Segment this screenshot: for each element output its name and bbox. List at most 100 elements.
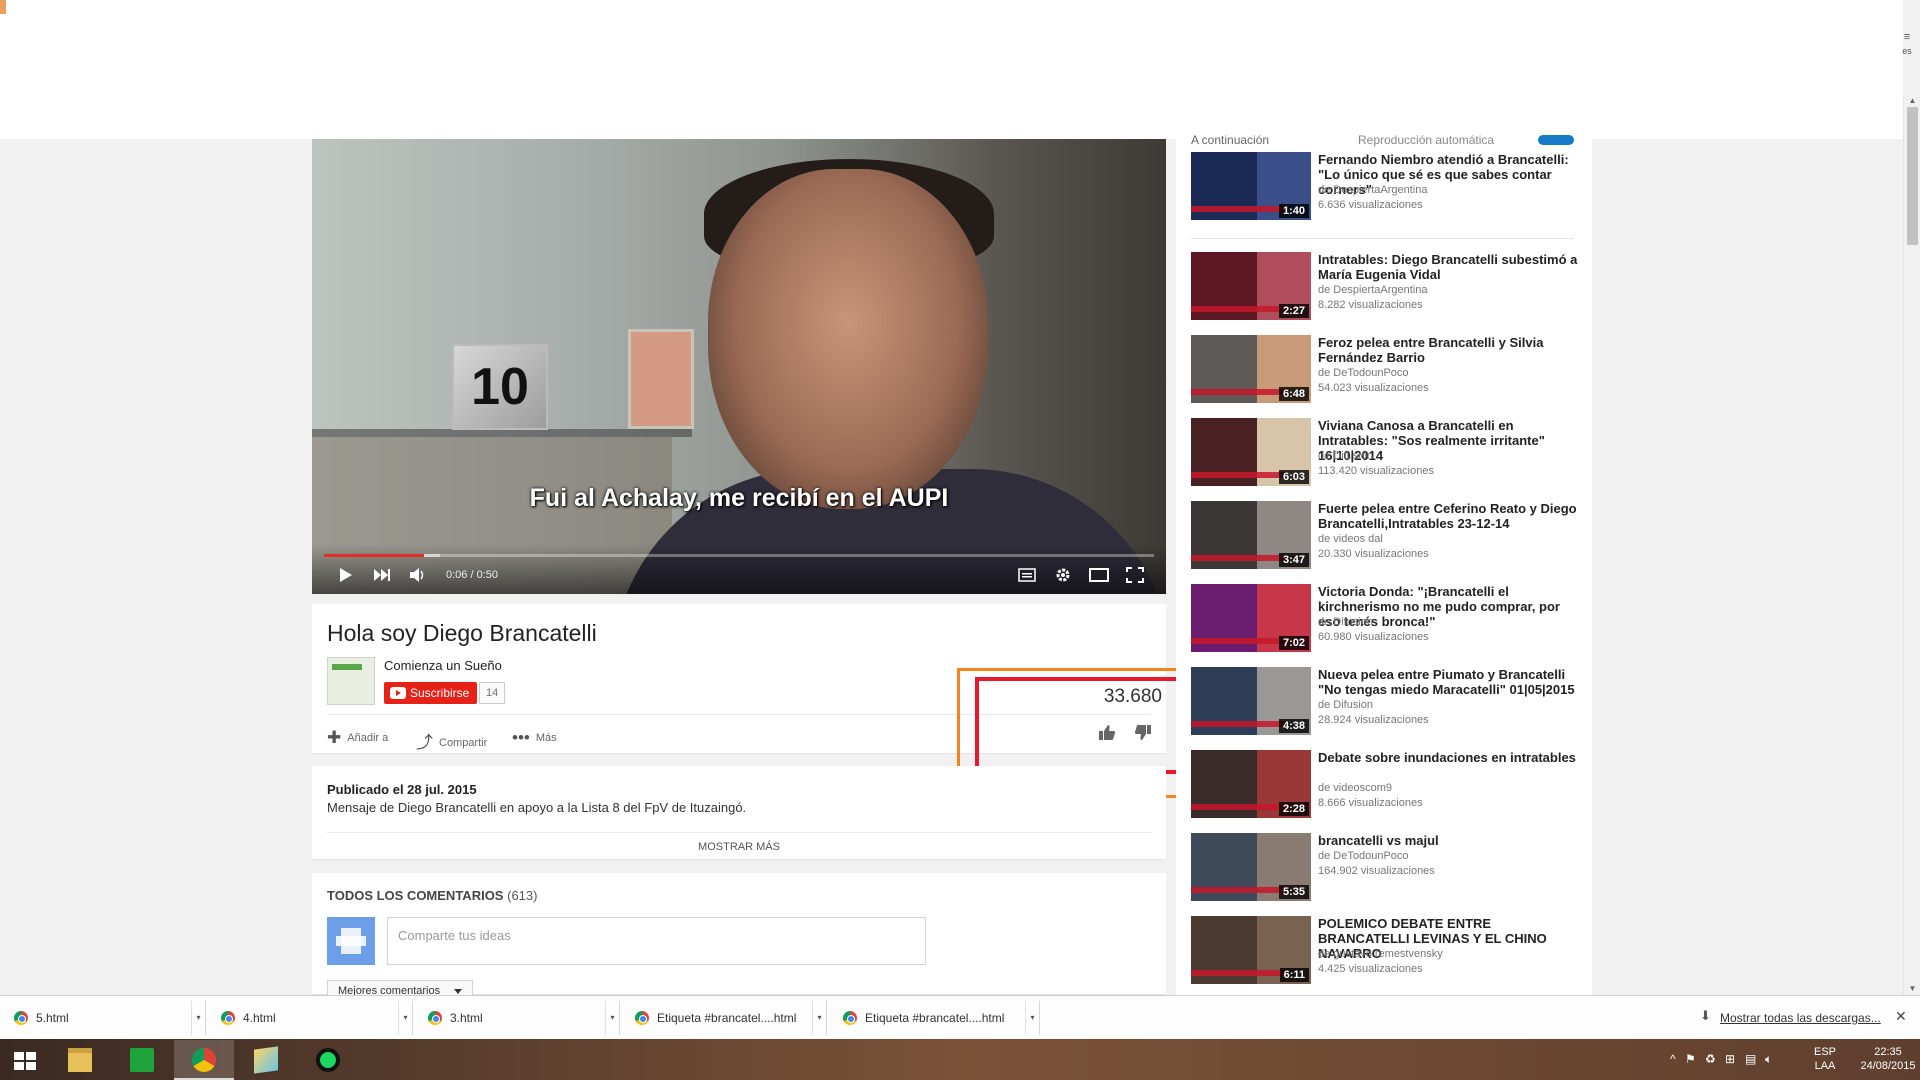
recommended-video[interactable]: 2:27 Intratables: Diego Brancatelli subes… (1191, 252, 1577, 324)
video-thumbnail[interactable]: 6:48 (1191, 335, 1311, 403)
more-icon: ••• (512, 728, 530, 747)
show-hidden-icons[interactable]: ^ (1670, 1052, 1676, 1066)
download-item[interactable]: 3.html ▾ (420, 1001, 620, 1035)
chevron-down-icon[interactable]: ▾ (605, 1001, 619, 1035)
subscribe-button[interactable]: Suscribirse (384, 682, 478, 704)
recommended-video[interactable]: 2:28 Debate sobre inundaciones en intrata… (1191, 750, 1577, 822)
video-thumbnail[interactable]: 5:35 (1191, 833, 1311, 901)
settings-button[interactable] (1051, 563, 1075, 592)
language-indicator[interactable]: ESP LAA (1810, 1045, 1840, 1073)
add-icon: ✚ (327, 728, 342, 747)
recommended-video[interactable]: 5:35 brancatelli vs majul de DeTodounPoco 1… (1191, 833, 1577, 905)
video-title-link[interactable]: Nueva pelea entre Piumato y Brancatelli … (1318, 667, 1580, 697)
recommended-video[interactable]: 6:03 Viviana Canosa a Brancatelli en Intr… (1191, 418, 1577, 490)
download-item[interactable]: 5.html ▾ (6, 1001, 206, 1035)
system-clock[interactable]: 22:35 24/08/2015 (1858, 1045, 1918, 1073)
comments-count: (613) (507, 888, 538, 903)
taskbar-photos[interactable] (236, 1040, 296, 1080)
more-button[interactable]: ••• Más (512, 728, 557, 748)
scroll-thumb[interactable] (1907, 107, 1918, 245)
divider (1191, 238, 1574, 239)
video-channel: de Difusion (1318, 699, 1374, 711)
user-avatar (327, 917, 375, 965)
video-title-link[interactable]: Debate sobre inundaciones en intratables (1318, 750, 1580, 765)
taskbar-store[interactable] (112, 1040, 172, 1080)
video-thumbnail[interactable]: 6:03 (1191, 418, 1311, 486)
window-corner-accent (0, 0, 6, 14)
description-text: Mensaje de Diego Brancatelli en apoyo a … (327, 800, 747, 815)
taskbar-file-explorer[interactable] (50, 1040, 110, 1080)
video-views: 8.666 visualizaciones (1318, 797, 1423, 809)
video-views: 4.425 visualizaciones (1318, 963, 1423, 975)
video-views: 6.636 visualizaciones (1318, 199, 1423, 211)
video-views: 54.023 visualizaciones (1318, 382, 1429, 394)
page-scrollbar[interactable]: ▲ ▼ (1903, 95, 1920, 995)
show-all-downloads-link[interactable]: Mostrar todas las descargas... (1720, 1011, 1881, 1025)
recommended-video[interactable]: 3:47 Fuerte pelea entre Ceferino Reato y … (1191, 501, 1577, 573)
fullscreen-button[interactable] (1123, 563, 1147, 591)
chevron-down-icon[interactable]: ▾ (398, 1001, 412, 1035)
close-downloads-button[interactable]: ✕ (1895, 1008, 1907, 1025)
play-button[interactable] (334, 563, 358, 591)
chrome-icon (635, 1011, 649, 1025)
video-thumbnail[interactable]: 2:27 (1191, 252, 1311, 320)
video-shelf-edge (312, 429, 692, 437)
taskbar-spotify[interactable] (298, 1040, 358, 1080)
network-icon[interactable]: ▤ (1745, 1052, 1756, 1066)
video-player[interactable]: 10 Fui al Achalay, me recibí en el AUPI … (312, 139, 1166, 594)
next-icon (374, 569, 390, 581)
close-icon: ✕ (1895, 1008, 1907, 1024)
video-thumbnail[interactable]: 7:02 (1191, 584, 1311, 652)
video-prop-box: 10 (452, 344, 548, 430)
taskbar-chrome[interactable] (174, 1040, 234, 1080)
comment-input[interactable]: Comparte tus ideas (387, 917, 926, 965)
video-views: 60.980 visualizaciones (1318, 631, 1429, 643)
recommended-video[interactable]: 6:11 POLEMICO DEBATE ENTRE BRANCATELLI LE… (1191, 916, 1577, 988)
add-to-button[interactable]: ✚ Añadir a (327, 728, 388, 748)
recommended-video[interactable]: 6:48 Feroz pelea entre Brancatelli y Silv… (1191, 335, 1577, 407)
windows-tray-icon[interactable]: ⊞ (1725, 1052, 1735, 1066)
recommended-video[interactable]: 1:40 Fernando Niembro atendió a Brancatel… (1191, 152, 1577, 224)
recommended-video[interactable]: 7:02 Victoria Donda: "¡Brancatelli el kir… (1191, 584, 1577, 656)
chevron-down-icon[interactable]: ▾ (1025, 1001, 1039, 1035)
download-item[interactable]: Etiqueta #brancatel....html ▾ (627, 1001, 827, 1035)
volume-button[interactable] (406, 563, 430, 591)
chevron-down-icon[interactable]: ▾ (812, 1001, 826, 1035)
start-button[interactable] (0, 1040, 48, 1080)
video-title-link[interactable]: Feroz pelea entre Brancatelli y Silvia F… (1318, 335, 1580, 365)
video-title-link[interactable]: Intratables: Diego Brancatelli subestimó… (1318, 252, 1580, 282)
channel-name-link[interactable]: Comienza un Sueño (384, 658, 502, 673)
theater-button[interactable] (1087, 563, 1111, 590)
channel-avatar[interactable] (327, 657, 375, 705)
annotation-red-box (975, 677, 1182, 774)
video-thumbnail[interactable]: 4:38 (1191, 667, 1311, 735)
share-button[interactable]: ⤴ Compartir (416, 728, 487, 753)
chevron-down-icon[interactable]: ▾ (191, 1001, 205, 1035)
video-thumbnail[interactable]: 6:11 (1191, 916, 1311, 984)
video-thumbnail[interactable]: 1:40 (1191, 152, 1311, 220)
download-item[interactable]: Etiqueta #brancatel....html ▾ (835, 1001, 1040, 1035)
sync-icon[interactable]: ♻ (1705, 1052, 1716, 1066)
video-duration: 6:48 (1278, 387, 1309, 401)
progress-bar[interactable] (324, 554, 1154, 557)
scroll-up-arrow[interactable]: ▲ (1904, 95, 1920, 107)
video-title-link[interactable]: brancatelli vs majul (1318, 833, 1580, 848)
recommended-video[interactable]: 4:38 Nueva pelea entre Piumato y Brancate… (1191, 667, 1577, 739)
video-thumbnail[interactable]: 3:47 (1191, 501, 1311, 569)
show-more-button[interactable]: MOSTRAR MÁS (312, 841, 1166, 853)
download-filename: 5.html (36, 1011, 69, 1025)
download-item[interactable]: 4.html ▾ (213, 1001, 413, 1035)
flag-icon[interactable]: ⚑ (1685, 1052, 1696, 1066)
scroll-down-arrow[interactable]: ▼ (1904, 983, 1920, 995)
chrome-icon (843, 1011, 857, 1025)
captions-button[interactable] (1015, 563, 1039, 590)
share-label: Compartir (439, 737, 488, 749)
next-button[interactable] (370, 563, 394, 590)
autoplay-toggle[interactable] (1538, 135, 1574, 145)
store-icon (130, 1048, 154, 1072)
browser-top-area (0, 0, 1903, 139)
speaker-icon[interactable]: 🔈︎ (1765, 1052, 1772, 1067)
video-thumbnail[interactable]: 2:28 (1191, 750, 1311, 818)
video-title-link[interactable]: Fuerte pelea entre Ceferino Reato y Dieg… (1318, 501, 1580, 531)
browser-menu-icon[interactable]: ≡ es (1897, 30, 1917, 58)
